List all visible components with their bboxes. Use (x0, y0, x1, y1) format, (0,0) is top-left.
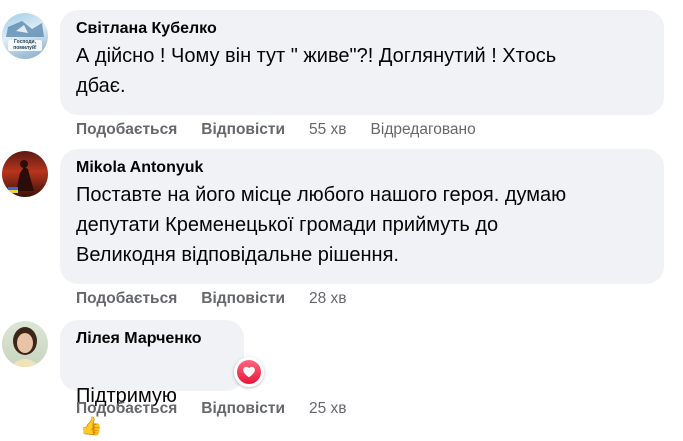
edited-label[interactable]: Відредаговано (371, 121, 476, 139)
reply-button[interactable]: Відповісти (201, 290, 285, 308)
avatar-image (10, 327, 40, 367)
thumbs-up-emoji: 👍 (80, 416, 103, 436)
comment-timestamp[interactable]: 25 хв (309, 400, 347, 418)
comment-timestamp[interactable]: 28 хв (309, 290, 347, 308)
comment-actions: Подобається Відповісти 25 хв (76, 400, 347, 418)
avatar[interactable]: Господи, помилуй! (2, 13, 48, 59)
avatar-image (8, 160, 34, 193)
comment-actions: Подобається Відповісти 28 хв (76, 290, 347, 308)
avatar[interactable] (2, 321, 48, 367)
reply-button[interactable]: Відповісти (201, 400, 285, 418)
heart-glyph (243, 366, 255, 378)
comment-timestamp[interactable]: 55 хв (309, 121, 347, 139)
avatar-image (6, 21, 44, 51)
comment-bubble: Mikola Antonyuk Поставте на його місце л… (60, 149, 664, 284)
reaction-badge[interactable] (234, 357, 264, 387)
comment-author[interactable]: Лілея Марченко (76, 329, 228, 349)
like-button[interactable]: Подобається (76, 400, 177, 418)
comment-bubble: Лілея Марченко Підтримую 👍 (60, 320, 244, 436)
comment-author[interactable]: Mikola Antonyuk (76, 158, 648, 178)
heart-icon (237, 360, 261, 384)
avatar-caption: Господи, помилуй! (13, 39, 37, 51)
reply-button[interactable]: Відповісти (201, 121, 285, 139)
like-button[interactable]: Подобається (76, 290, 177, 308)
comment-bubble: Світлана Кубелко А дійсно ! Чому він тут… (60, 10, 664, 115)
comment-actions: Подобається Відповісти 55 хв Відредагова… (76, 121, 476, 139)
like-button[interactable]: Подобається (76, 121, 177, 139)
comment-text: Підтримую 👍 (76, 351, 228, 441)
comment-text: Поставте на його місце любого нашого гер… (76, 184, 567, 266)
comment-author[interactable]: Світлана Кубелко (76, 19, 648, 39)
comment-text: А дійсно ! Чому він тут " живе"?! Доглян… (76, 45, 557, 97)
avatar[interactable] (2, 151, 48, 197)
